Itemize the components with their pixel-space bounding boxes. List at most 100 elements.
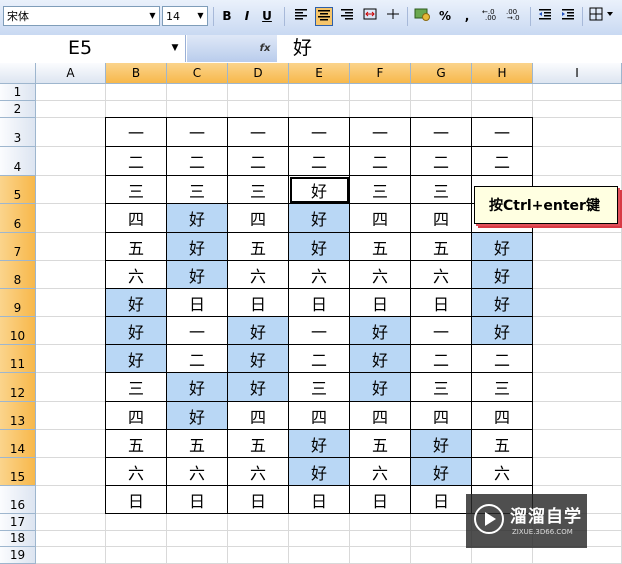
merge-center-button[interactable] bbox=[361, 7, 379, 26]
cell-g9[interactable]: 日 bbox=[411, 289, 472, 317]
cell-c10[interactable]: 一 bbox=[167, 317, 228, 345]
cell-b10[interactable]: 好 bbox=[106, 317, 167, 345]
row-header-18[interactable]: 18 bbox=[0, 531, 36, 547]
cell-e11[interactable]: 二 bbox=[289, 345, 350, 373]
decrease-indent-button[interactable] bbox=[536, 7, 554, 26]
row-header-11[interactable]: 11 bbox=[0, 345, 36, 373]
chevron-down-icon[interactable]: ▼ bbox=[168, 35, 182, 62]
worksheet-grid[interactable]: 一一一一一一一二二二二二二二三三三好三三四好四好四四五好五好五五好六好六六六六好… bbox=[36, 84, 622, 564]
cell-d13[interactable]: 四 bbox=[228, 402, 289, 430]
cell-f12[interactable]: 好 bbox=[350, 373, 411, 402]
row-header-1[interactable]: 1 bbox=[0, 84, 36, 101]
column-header-d[interactable]: D bbox=[228, 63, 289, 84]
chevron-down-icon[interactable]: ▼ bbox=[194, 7, 207, 25]
row-header-9[interactable]: 9 bbox=[0, 289, 36, 317]
cell-e15[interactable]: 好 bbox=[289, 458, 350, 486]
row-header-4[interactable]: 4 bbox=[0, 147, 36, 176]
row-header-19[interactable]: 19 bbox=[0, 547, 36, 564]
cell-d12[interactable]: 好 bbox=[228, 373, 289, 402]
column-header-b[interactable]: B bbox=[106, 63, 167, 84]
cell-g6[interactable]: 四 bbox=[411, 204, 472, 233]
cell-h15[interactable]: 六 bbox=[472, 458, 533, 486]
column-header-h[interactable]: H bbox=[472, 63, 533, 84]
row-header-16[interactable]: 16 bbox=[0, 486, 36, 514]
align-center-button[interactable] bbox=[315, 7, 333, 26]
currency-button[interactable] bbox=[413, 7, 431, 26]
cell-b16[interactable]: 日 bbox=[106, 486, 167, 514]
cell-d10[interactable]: 好 bbox=[228, 317, 289, 345]
cell-c6[interactable]: 好 bbox=[167, 204, 228, 233]
row-header-10[interactable]: 10 bbox=[0, 317, 36, 345]
cell-f11[interactable]: 好 bbox=[350, 345, 411, 373]
cell-b15[interactable]: 六 bbox=[106, 458, 167, 486]
italic-button[interactable]: I bbox=[238, 7, 256, 26]
cell-e4[interactable]: 二 bbox=[289, 147, 350, 176]
cell-e14[interactable]: 好 bbox=[289, 430, 350, 458]
cell-h4[interactable]: 二 bbox=[472, 147, 533, 176]
cell-b3[interactable]: 一 bbox=[106, 118, 167, 147]
comma-style-button[interactable]: , bbox=[458, 7, 476, 26]
cell-b6[interactable]: 四 bbox=[106, 204, 167, 233]
chevron-down-icon[interactable]: ▼ bbox=[146, 7, 159, 25]
cell-h12[interactable]: 三 bbox=[472, 373, 533, 402]
cell-e3[interactable]: 一 bbox=[289, 118, 350, 147]
cell-b5[interactable]: 三 bbox=[106, 176, 167, 204]
cell-f5[interactable]: 三 bbox=[350, 176, 411, 204]
cell-e6[interactable]: 好 bbox=[289, 204, 350, 233]
cell-d7[interactable]: 五 bbox=[228, 233, 289, 261]
column-header-g[interactable]: G bbox=[411, 63, 472, 84]
cell-f6[interactable]: 四 bbox=[350, 204, 411, 233]
cell-e5[interactable]: 好 bbox=[289, 176, 350, 204]
cell-b9[interactable]: 好 bbox=[106, 289, 167, 317]
formula-input[interactable]: 好 bbox=[293, 35, 312, 62]
cell-c12[interactable]: 好 bbox=[167, 373, 228, 402]
align-right-button[interactable] bbox=[338, 7, 356, 26]
cell-d6[interactable]: 四 bbox=[228, 204, 289, 233]
cell-g14[interactable]: 好 bbox=[411, 430, 472, 458]
cell-g7[interactable]: 五 bbox=[411, 233, 472, 261]
column-header-c[interactable]: C bbox=[167, 63, 228, 84]
cell-f8[interactable]: 六 bbox=[350, 261, 411, 289]
cell-c5[interactable]: 三 bbox=[167, 176, 228, 204]
cell-b14[interactable]: 五 bbox=[106, 430, 167, 458]
insert-function-icon[interactable]: fx bbox=[257, 35, 273, 62]
row-header-14[interactable]: 14 bbox=[0, 430, 36, 458]
row-header-17[interactable]: 17 bbox=[0, 514, 36, 531]
cell-e8[interactable]: 六 bbox=[289, 261, 350, 289]
font-name-select[interactable]: 宋体 ▼ bbox=[3, 6, 160, 26]
cell-b12[interactable]: 三 bbox=[106, 373, 167, 402]
cell-g11[interactable]: 二 bbox=[411, 345, 472, 373]
borders-button[interactable] bbox=[588, 7, 616, 26]
cell-c15[interactable]: 六 bbox=[167, 458, 228, 486]
cell-h14[interactable]: 五 bbox=[472, 430, 533, 458]
cell-c14[interactable]: 五 bbox=[167, 430, 228, 458]
row-header-5[interactable]: 5 bbox=[0, 176, 36, 204]
cell-f10[interactable]: 好 bbox=[350, 317, 411, 345]
cell-d16[interactable]: 日 bbox=[228, 486, 289, 514]
cell-b4[interactable]: 二 bbox=[106, 147, 167, 176]
cell-c4[interactable]: 二 bbox=[167, 147, 228, 176]
cell-d11[interactable]: 好 bbox=[228, 345, 289, 373]
cell-g4[interactable]: 二 bbox=[411, 147, 472, 176]
cell-g15[interactable]: 好 bbox=[411, 458, 472, 486]
cell-b7[interactable]: 五 bbox=[106, 233, 167, 261]
cell-d9[interactable]: 日 bbox=[228, 289, 289, 317]
cell-c9[interactable]: 日 bbox=[167, 289, 228, 317]
cell-h9[interactable]: 好 bbox=[472, 289, 533, 317]
cell-g5[interactable]: 三 bbox=[411, 176, 472, 204]
bold-button[interactable]: B bbox=[218, 7, 236, 26]
name-box[interactable]: E5 bbox=[0, 35, 186, 62]
cell-f3[interactable]: 一 bbox=[350, 118, 411, 147]
cell-c3[interactable]: 一 bbox=[167, 118, 228, 147]
cell-c13[interactable]: 好 bbox=[167, 402, 228, 430]
cell-h13[interactable]: 四 bbox=[472, 402, 533, 430]
cell-f14[interactable]: 五 bbox=[350, 430, 411, 458]
cell-b11[interactable]: 好 bbox=[106, 345, 167, 373]
column-header-e[interactable]: E bbox=[289, 63, 350, 84]
cell-c11[interactable]: 二 bbox=[167, 345, 228, 373]
cell-c16[interactable]: 日 bbox=[167, 486, 228, 514]
row-header-13[interactable]: 13 bbox=[0, 402, 36, 430]
cell-d15[interactable]: 六 bbox=[228, 458, 289, 486]
font-size-select[interactable]: 14 ▼ bbox=[162, 6, 208, 26]
cell-c7[interactable]: 好 bbox=[167, 233, 228, 261]
